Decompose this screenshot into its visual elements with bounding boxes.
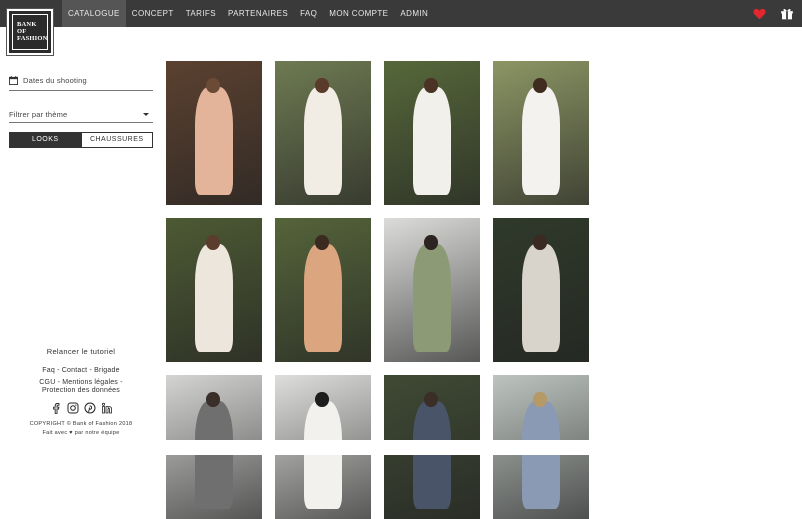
model-outfit [194, 86, 234, 195]
logo-line-3: FASHION [17, 35, 48, 42]
toggle-chaussures[interactable]: CHAUSSURES [80, 133, 152, 147]
faq-link[interactable]: Faq [42, 367, 55, 374]
instagram-icon[interactable] [67, 402, 79, 414]
model-head [424, 78, 438, 93]
logo-line-2: OF [17, 28, 27, 35]
chevron-down-icon [143, 113, 149, 116]
model-head [206, 235, 220, 250]
nav-item-faq[interactable]: FAQ [294, 0, 323, 27]
catalogue-photo[interactable] [493, 61, 589, 205]
model-head [424, 392, 438, 407]
shooting-date-field[interactable]: Dates du shooting [9, 71, 153, 91]
made-with-love-line: Fait avec ♥ par notre équipe [42, 430, 120, 436]
theme-filter-placeholder: Filtrer par thème [9, 110, 68, 119]
legal-links: CGU - Mentions légales - Protection des … [39, 379, 123, 394]
nav-item-admin[interactable]: ADMIN [394, 0, 434, 27]
model-head [533, 78, 547, 93]
nav-item-tarifs[interactable]: TARIFS [180, 0, 222, 27]
nav-item-partenaires[interactable]: PARTENAIRES [222, 0, 294, 27]
model-outfit [412, 86, 452, 195]
logo-text: BANK OF FASHION [12, 14, 48, 50]
model-head [206, 78, 220, 93]
pinterest-icon[interactable] [84, 402, 96, 414]
viewport-bottom [0, 440, 802, 455]
catalogue-photo[interactable] [275, 61, 371, 205]
model-head [206, 392, 220, 407]
brigade-link[interactable]: Brigade [94, 367, 120, 374]
facebook-icon[interactable] [50, 402, 62, 414]
data-protection-link[interactable]: Protection des données [42, 387, 120, 394]
mentions-legales-link[interactable]: Mentions légales [62, 379, 118, 386]
nav-item-mon-compte[interactable]: MON COMPTE [323, 0, 394, 27]
model-head [315, 78, 329, 93]
model-outfit [303, 86, 343, 195]
catalogue-photo[interactable] [166, 61, 262, 205]
model-head [424, 235, 438, 250]
model-outfit [521, 86, 561, 195]
model-outfit [521, 243, 561, 352]
toggle-looks[interactable]: LOOKS [10, 133, 81, 147]
restart-tutorial-link[interactable]: Relancer le tutoriel [9, 347, 153, 356]
model-outfit [303, 243, 343, 352]
main-nav: CATALOGUE CONCEPT TARIFS PARTENAIRES FAQ… [62, 0, 434, 27]
model-head [533, 392, 547, 407]
nav-item-concept[interactable]: CONCEPT [126, 0, 180, 27]
looks-shoes-toggle: LOOKS CHAUSSURES [9, 132, 153, 148]
model-head [315, 392, 329, 407]
nav-item-catalogue[interactable]: CATALOGUE [62, 0, 126, 27]
catalogue-photo[interactable] [275, 218, 371, 362]
catalogue-photo[interactable] [384, 218, 480, 362]
gift-icon[interactable] [780, 7, 794, 20]
contact-link[interactable]: Contact [62, 367, 88, 374]
sidebar-footer: Relancer le tutoriel Faq - Contact - Bri… [9, 345, 153, 438]
copyright-line: COPYRIGHT © Bank of Fashion 2018 [29, 421, 133, 427]
model-head [533, 235, 547, 250]
bank-of-fashion-logo[interactable]: BANK OF FASHION [6, 8, 54, 56]
model-outfit [194, 243, 234, 352]
cgu-link[interactable]: CGU [39, 379, 55, 386]
catalogue-photo[interactable] [493, 218, 589, 362]
model-outfit [412, 243, 452, 352]
model-head [315, 235, 329, 250]
catalogue-photo[interactable] [384, 61, 480, 205]
calendar-icon [9, 76, 18, 85]
linkedin-icon[interactable] [101, 402, 113, 414]
footer-links: Faq - Contact - Brigade [42, 367, 120, 374]
shooting-date-placeholder: Dates du shooting [23, 76, 87, 85]
copyright-text: COPYRIGHT © Bank of Fashion 2018 Fait av… [9, 420, 153, 438]
theme-filter-select[interactable]: Filtrer par thème [9, 106, 153, 123]
social-links [9, 402, 153, 414]
heart-icon[interactable] [753, 8, 766, 20]
catalogue-photo[interactable] [166, 218, 262, 362]
logo-line-1: BANK [17, 21, 37, 28]
